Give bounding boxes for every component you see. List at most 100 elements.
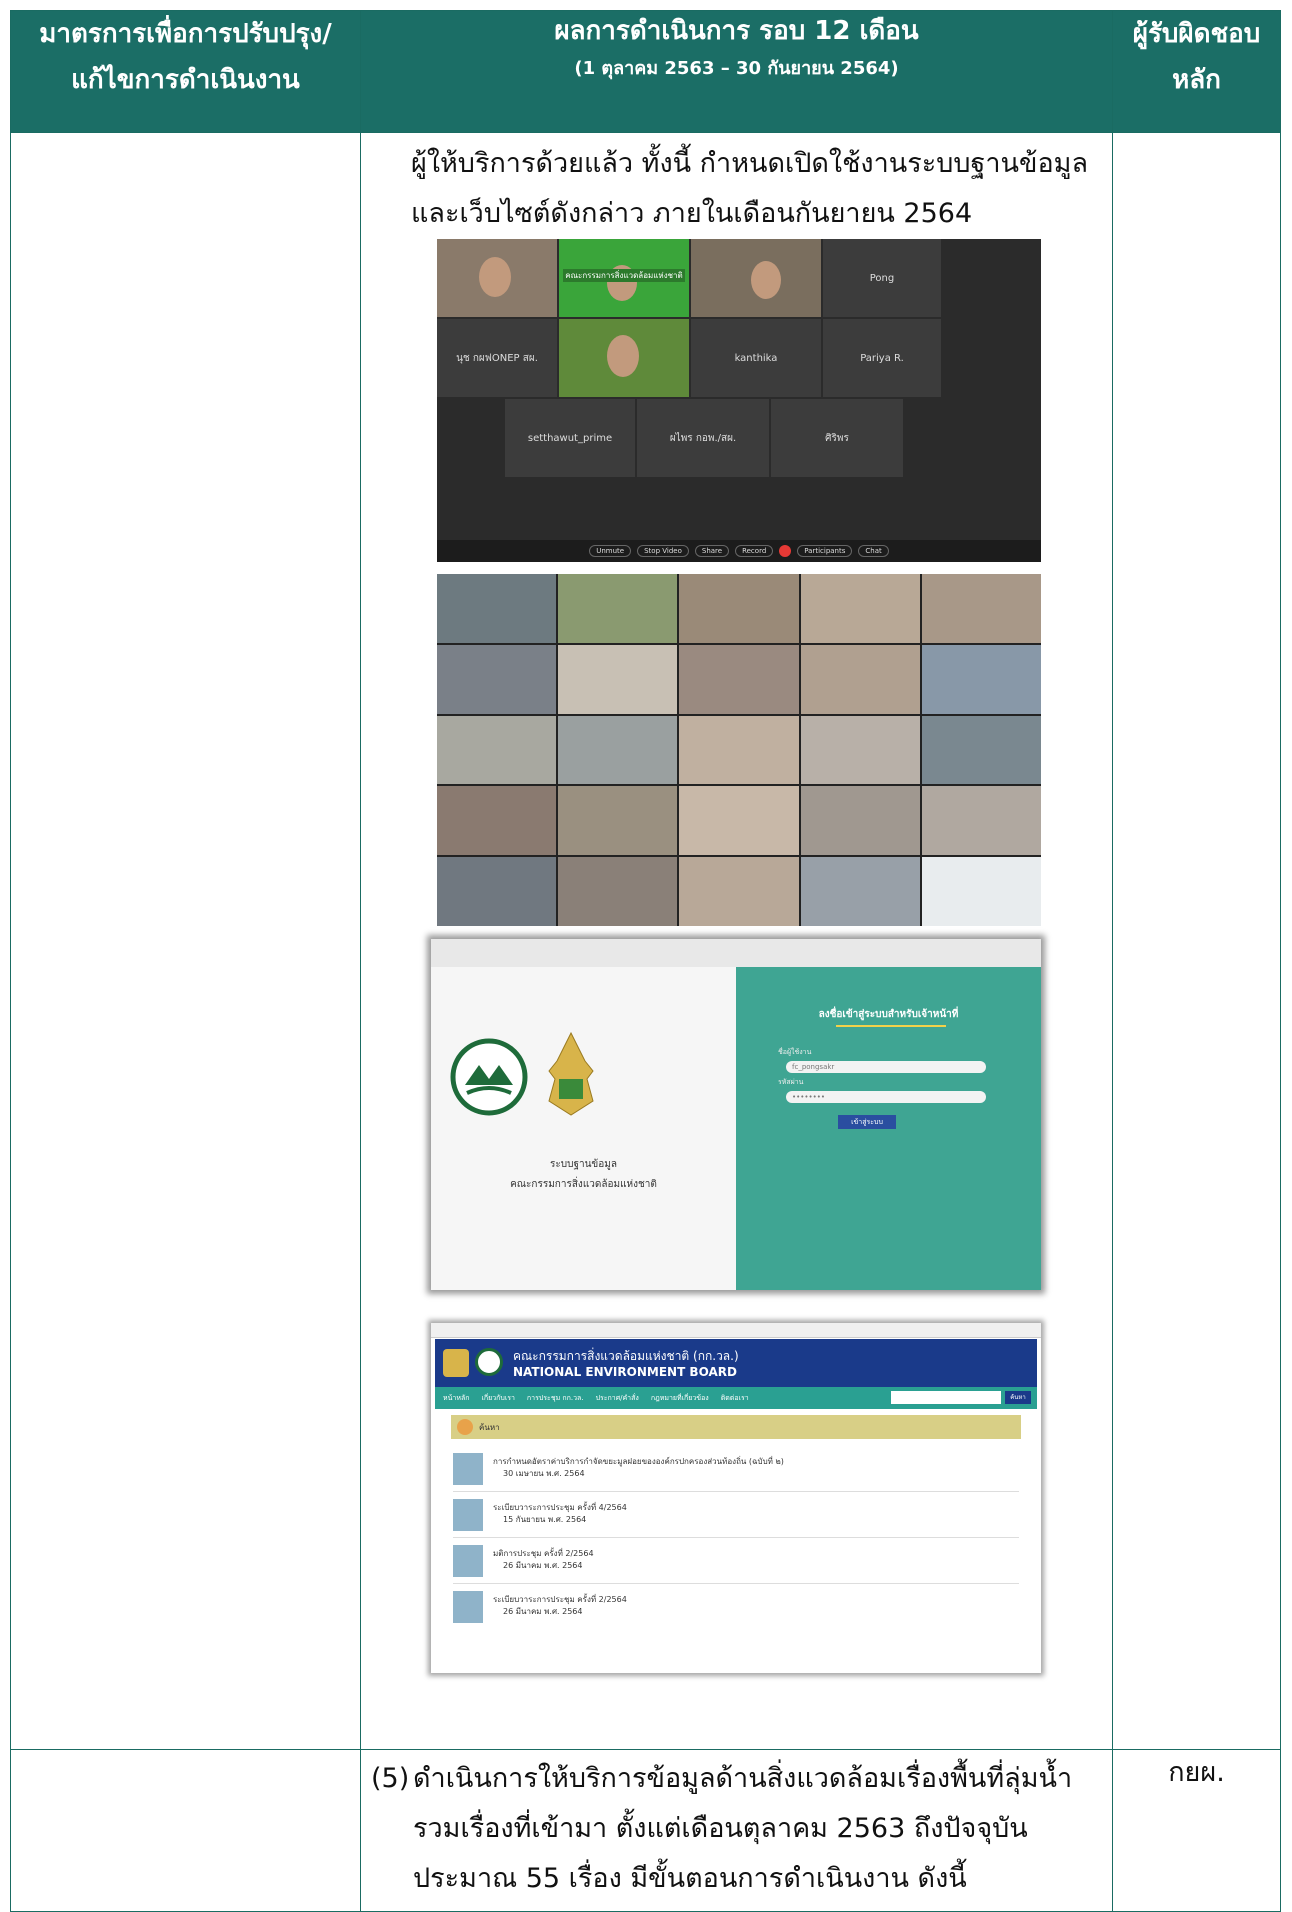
username-field[interactable]: fc_pongsakr — [786, 1061, 986, 1073]
video-tile — [437, 715, 557, 785]
nav-items: หน้าหลัก เกี่ยวกับเรา การประชุม กก.วล. ป… — [443, 1393, 749, 1404]
video-tile — [558, 786, 678, 856]
item-5-text1: ดำเนินการให้บริการข้อมูลด้านสิ่งแวดล้อมเ… — [413, 1763, 1073, 1794]
participant-name: ผไพร กอพ./สผ. — [669, 432, 737, 444]
video-tile — [800, 715, 920, 785]
measure-cell — [10, 1749, 361, 1912]
participant-tile: Pong — [823, 239, 941, 317]
participant-name: Pariya R. — [860, 352, 904, 364]
header-results-line1: ผลการดำเนินการ รอบ 12 เดือน — [554, 16, 919, 46]
site-nav: หน้าหลัก เกี่ยวกับเรา การประชุม กก.วล. ป… — [435, 1387, 1037, 1409]
participant-tile: ผไพร กอพ./สผ. — [637, 399, 769, 477]
end-call-icon — [779, 545, 792, 557]
video-tile — [437, 857, 557, 926]
video-tile — [921, 574, 1041, 643]
list-item[interactable]: ระเบียบวาระการประชุม ครั้งที่ 2/2564 26 … — [453, 1589, 1019, 1629]
nav-about[interactable]: เกี่ยวกับเรา — [481, 1393, 514, 1404]
onep-logo-icon — [475, 1348, 503, 1376]
item-5: (5) ดำเนินการให้บริการข้อมูลด้านสิ่งแวดล้… — [361, 1750, 1112, 1904]
video-tile — [800, 574, 920, 643]
item-date: 30 เมษายน พ.ศ. 2564 — [503, 1469, 585, 1478]
login-button[interactable]: เข้าสู่ระบบ — [838, 1115, 896, 1129]
list-item[interactable]: มติการประชุม ครั้งที่ 2/2564 26 มีนาคม พ… — [453, 1543, 1019, 1584]
participant-name: kanthika — [734, 352, 778, 364]
password-field[interactable]: •••••••• — [786, 1091, 986, 1103]
document-icon — [453, 1545, 483, 1577]
header-measures-line2: แก้ไขการดำเนินงาน — [71, 65, 300, 95]
header-measures-line1: มาตรการเพื่อการปรับปรุง/ — [39, 19, 332, 49]
emblem-icon — [443, 1349, 469, 1377]
folder-icon — [457, 1419, 473, 1435]
video-tile — [679, 574, 799, 643]
site-title-th: คณะกรรมการสิ่งแวดล้อมแห่งชาติ (กก.วล.) — [513, 1349, 739, 1363]
nav-announcements[interactable]: ประกาศ/คำสั่ง — [596, 1393, 639, 1404]
item-5-line1: (5) ดำเนินการให้บริการข้อมูลด้านสิ่งแวดล้… — [371, 1754, 1094, 1804]
table-row: ผู้ให้บริการด้วยแล้ว ทั้งนี้ กำหนดเปิดใช… — [10, 132, 1281, 1750]
video-tile — [679, 786, 799, 856]
nav-contact[interactable]: ติดต่อเรา — [721, 1393, 749, 1404]
document-icon — [453, 1591, 483, 1623]
participant-tile: นุช กผฟONEP สผ. — [437, 319, 557, 397]
participant-tile: Pariya R. — [823, 319, 941, 397]
onep-logo-icon — [450, 1038, 528, 1116]
share-button: Share — [694, 545, 730, 557]
search-input[interactable] — [891, 1391, 1001, 1404]
neb-website-screenshot: คณะกรรมการสิ่งแวดล้อมแห่งชาติ (กก.วล.) N… — [431, 1323, 1041, 1673]
video-tile — [558, 857, 678, 926]
participant-tile — [559, 319, 689, 397]
video-tile — [558, 715, 678, 785]
header-responsible: ผู้รับผิดชอบ หลัก — [1112, 10, 1281, 133]
chat-button: Chat — [858, 545, 889, 557]
participant-name: นุช กผฟONEP สผ. — [456, 352, 538, 364]
participant-tile — [691, 239, 821, 317]
nav-home[interactable]: หน้าหลัก — [443, 1393, 469, 1404]
video-tile — [437, 786, 557, 856]
browser-tabbar — [431, 939, 1041, 968]
nav-laws[interactable]: กฎหมายที่เกี่ยวข้อง — [651, 1393, 709, 1404]
video-meeting-screenshot: คณะกรรมการสิ่งแวดล้อมแห่งชาติ Pong นุช ก… — [437, 239, 1041, 562]
document-icon — [453, 1453, 483, 1485]
stop-video-button: Stop Video — [637, 545, 689, 557]
browser-addressbar — [431, 1323, 1041, 1338]
results-bar-label: ค้นหา — [479, 1423, 500, 1432]
list-item[interactable]: การกำหนดอัตราค่าบริการกำจัดขยะมูลฝอยของอ… — [453, 1451, 1019, 1492]
login-caption-2: คณะกรรมการสิ่งแวดล้อมแห่งชาติ — [510, 1179, 657, 1190]
search-button[interactable]: ค้นหา — [1005, 1391, 1031, 1404]
nav-meetings[interactable]: การประชุม กก.วล. — [527, 1393, 584, 1404]
gallery-grid — [437, 574, 1041, 926]
responsible-cell — [1112, 132, 1281, 1750]
responsible-cell: กยผ. — [1112, 1749, 1281, 1912]
document-icon — [453, 1499, 483, 1531]
password-label: รหัสผ่าน — [778, 1078, 804, 1086]
participant-tile — [437, 239, 557, 317]
header-results-period: (1 ตุลาคม 2563 – 30 กันยายน 2564) — [574, 58, 899, 79]
result-cell: ผู้ให้บริการด้วยแล้ว ทั้งนี้ กำหนดเปิดใช… — [360, 132, 1113, 1750]
login-heading: ลงชื่อเข้าสู่ระบบสำหรับเจ้าหน้าที่ — [818, 1009, 959, 1020]
participants-button: Participants — [797, 545, 853, 557]
header-responsible-line1: ผู้รับผิดชอบ — [1132, 19, 1261, 49]
results-bar: ค้นหา — [451, 1415, 1021, 1439]
participant-name: ศิริพร — [825, 432, 849, 444]
neb-emblem-icon — [548, 1031, 594, 1116]
video-tile — [679, 857, 799, 926]
video-tile — [437, 644, 557, 714]
participant-tile: setthawut_prime — [505, 399, 635, 477]
video-tile — [921, 786, 1041, 856]
participant-tile: ศิริพร — [771, 399, 903, 477]
login-page-screenshot: ระบบฐานข้อมูล คณะกรรมการสิ่งแวดล้อมแห่งช… — [431, 939, 1041, 1290]
participant-tile: คณะกรรมการสิ่งแวดล้อมแห่งชาติ — [559, 239, 689, 317]
list-item[interactable]: ระเบียบวาระการประชุม ครั้งที่ 4/2564 15 … — [453, 1497, 1019, 1538]
login-left-panel: ระบบฐานข้อมูล คณะกรรมการสิ่งแวดล้อมแห่งช… — [431, 967, 736, 1290]
item-date: 26 มีนาคม พ.ศ. 2564 — [503, 1607, 583, 1616]
video-tile — [800, 644, 920, 714]
video-tile — [437, 574, 557, 643]
meeting-banner: คณะกรรมการสิ่งแวดล้อมแห่งชาติ — [563, 269, 685, 282]
item-5-text2: รวมเรื่องที่เข้ามา ตั้งแต่เดือนตุลาคม 25… — [413, 1813, 1028, 1844]
video-tile — [800, 786, 920, 856]
participant-name: Pong — [869, 272, 895, 284]
login-right-panel: ลงชื่อเข้าสู่ระบบสำหรับเจ้าหน้าที่ ชื่อผ… — [736, 967, 1041, 1290]
video-tile — [558, 574, 678, 643]
unmute-button: Unmute — [589, 545, 632, 557]
item-date: 15 กันยายน พ.ศ. 2564 — [503, 1515, 587, 1524]
photo-group: คณะกรรมการสิ่งแวดล้อมแห่งชาติ Pong นุช ก… — [361, 133, 1112, 1673]
